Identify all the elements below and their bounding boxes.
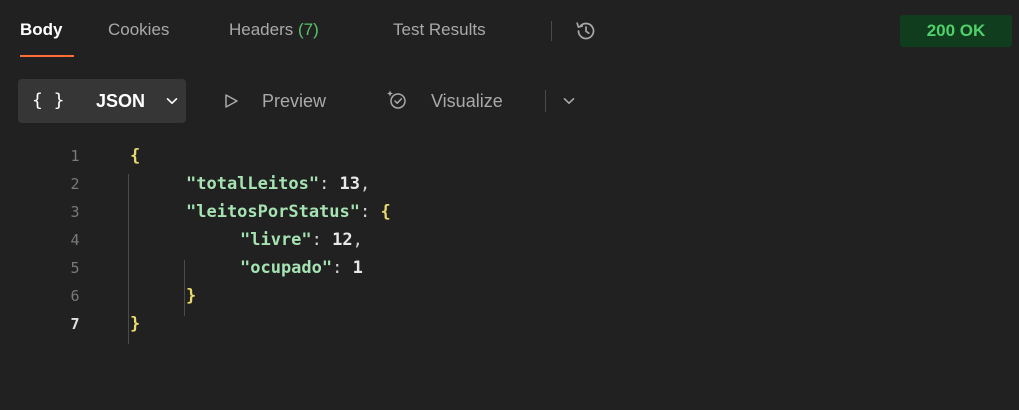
response-tab-bar: Body Cookies Headers (7) Test Results 20… (0, 0, 1019, 64)
line-number: 1 (70, 147, 80, 165)
tab-divider (551, 21, 552, 41)
json-separator: : (360, 202, 381, 222)
toolbar-divider (545, 90, 546, 112)
json-value: 13 (339, 174, 361, 194)
open-brace: { (130, 146, 141, 166)
code-line: 5 "ocupado": 1 (0, 254, 1019, 282)
tab-headers-label: Headers (229, 20, 294, 39)
json-value: 1 (352, 258, 363, 278)
close-brace: } (186, 286, 197, 306)
visualize-options-chevron-icon[interactable] (562, 94, 576, 108)
code-line: 6 } (0, 282, 1019, 310)
line-number: 7 (70, 315, 80, 333)
format-select[interactable]: { } JSON (18, 79, 186, 123)
code-line: 4 "livre": 12, (0, 226, 1019, 254)
tab-cookies[interactable]: Cookies (108, 18, 169, 42)
tab-body[interactable]: Body (20, 18, 63, 42)
format-select-label: JSON (96, 91, 146, 111)
code-line: 1 { (0, 142, 1019, 170)
visualize-sparkle-icon[interactable] (385, 88, 409, 112)
status-badge-label: 200 OK (926, 21, 986, 40)
tab-cookies-label: Cookies (108, 20, 170, 39)
tab-test-results-label: Test Results (393, 20, 486, 39)
json-key: "livre" (240, 230, 312, 250)
json-value: 12 (332, 230, 353, 250)
code-line-content: "totalLeitos": 13, (186, 170, 370, 198)
json-separator: : (319, 174, 340, 194)
json-comma: , (360, 174, 371, 194)
active-tab-indicator (20, 55, 74, 57)
code-line-content: "livre": 12, (240, 226, 363, 254)
visualize-button[interactable]: Visualize (431, 89, 503, 113)
line-number: 4 (70, 231, 80, 249)
line-number: 5 (70, 259, 80, 277)
preview-button[interactable]: Preview (262, 89, 326, 113)
line-number: 3 (70, 203, 80, 221)
tab-test-results[interactable]: Test Results (393, 18, 486, 42)
close-brace: } (130, 314, 141, 334)
tab-headers-count: (7) (298, 20, 319, 39)
braces-icon: { } (32, 90, 65, 111)
json-separator: : (332, 258, 353, 278)
tab-headers[interactable]: Headers (7) (229, 18, 319, 42)
code-line-content: "ocupado": 1 (240, 254, 363, 282)
code-line: 7 } (0, 310, 1019, 338)
history-clock-icon[interactable] (574, 19, 598, 43)
status-badge: 200 OK (900, 15, 1012, 47)
tab-body-label: Body (20, 20, 63, 39)
preview-button-label: Preview (262, 91, 327, 111)
json-key: "leitosPorStatus" (186, 202, 360, 222)
play-outline-icon[interactable] (222, 92, 240, 110)
line-number: 6 (70, 287, 80, 305)
json-comma: , (352, 230, 363, 250)
code-line: 3 "leitosPorStatus": { (0, 198, 1019, 226)
line-number: 2 (70, 175, 80, 193)
chevron-down-icon (166, 98, 178, 104)
code-line: 2 "totalLeitos": 13, (0, 170, 1019, 198)
json-separator: : (311, 230, 333, 250)
json-key: "totalLeitos" (186, 174, 320, 194)
json-open-brace: { (380, 202, 391, 222)
json-key: "ocupado" (240, 258, 333, 278)
code-line-content: "leitosPorStatus": { (186, 198, 391, 226)
visualize-button-label: Visualize (431, 91, 503, 111)
